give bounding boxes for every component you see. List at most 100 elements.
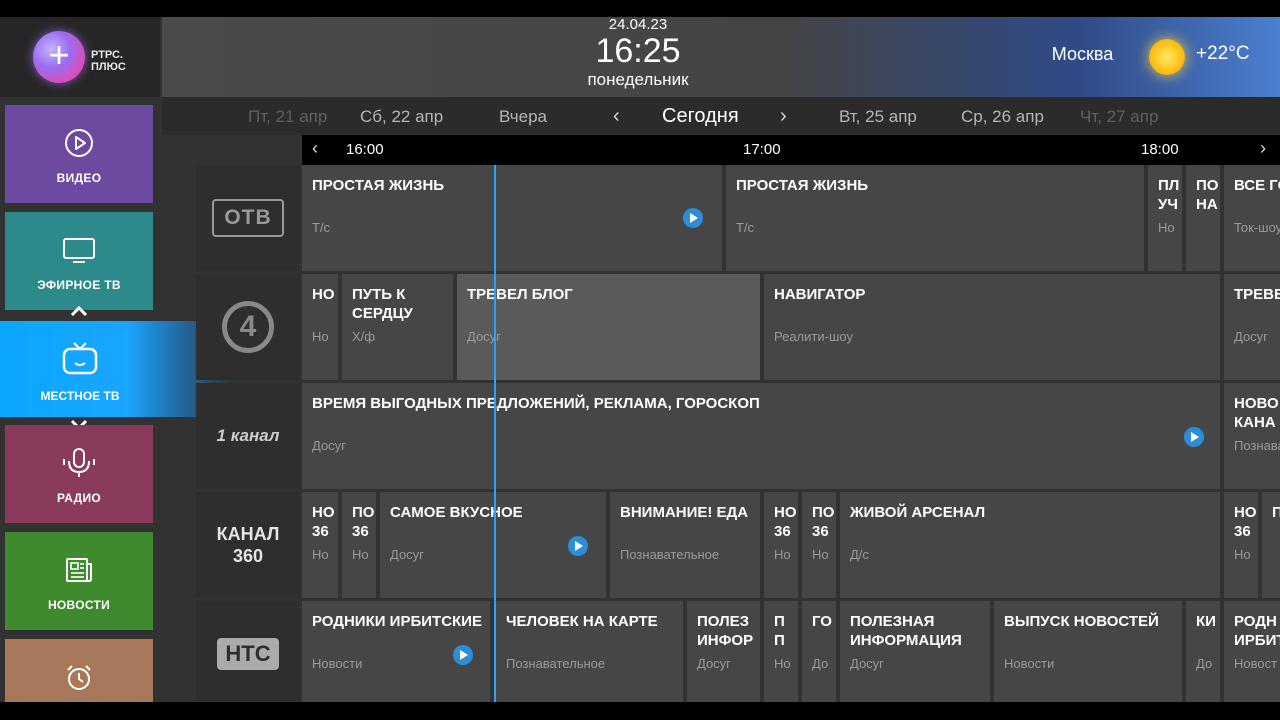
program-cell[interactable]: ВРЕМЯ ВЫГОДНЫХ ПРЕДЛОЖЕНИЙ, РЕКЛАМА, ГОР… [302, 383, 1220, 489]
weather-city: Москва [1051, 44, 1114, 64]
channel-logo-otv[interactable]: ОТВ [196, 165, 300, 271]
day-tue-25[interactable]: Вт, 25 апр [839, 107, 917, 127]
newspaper-icon [5, 554, 153, 586]
program-cell[interactable]: ВСЕ ГО Ток-шоу [1224, 165, 1280, 271]
program-cell[interactable]: НО Но [302, 274, 338, 380]
program-cell[interactable]: РОДН ИРБИТ Новост [1224, 601, 1280, 702]
program-cell[interactable]: ПОЛЕЗНАЯ ИНФОРМАЦИЯ Досуг [840, 601, 990, 702]
program-title: П П [774, 613, 785, 649]
sidebar-item-label: МЕСТНОЕ ТВ [40, 389, 120, 403]
microphone-icon [5, 447, 153, 479]
play-icon[interactable] [568, 536, 588, 556]
day-sat-22[interactable]: Сб, 22 апр [360, 107, 443, 127]
sidebar-item-video[interactable]: ВИДЕО [5, 105, 153, 203]
program-cell[interactable]: ЖИВОЙ АРСЕНАЛ Д/с [840, 492, 1220, 598]
program-genre: Т/с [312, 220, 331, 235]
program-cell[interactable]: П [1262, 492, 1280, 598]
sidebar-item-news[interactable]: НОВОСТИ [5, 532, 153, 630]
program-cell[interactable]: ПУТЬ К СЕРДЦУ Х/ф [342, 274, 453, 380]
play-icon[interactable] [683, 208, 703, 228]
program-cell[interactable]: ВЫПУСК НОВОСТЕЙ Новости [994, 601, 1182, 702]
alarm-clock-icon [5, 663, 153, 695]
channel-logo-360[interactable]: КАНАЛ 360 [196, 492, 300, 598]
program-genre: До [812, 656, 829, 671]
program-genre: Познавательное [506, 656, 606, 671]
channel-name: 1 канал [216, 426, 280, 445]
channel-logo-nts[interactable]: НТС [196, 601, 300, 702]
play-icon[interactable] [453, 645, 473, 665]
time-label-1700: 17:00 [743, 141, 781, 158]
program-title: НО 36 [312, 504, 335, 540]
timeline-next-arrow-icon[interactable]: › [1260, 138, 1266, 159]
program-title: П [1272, 504, 1280, 521]
program-cell[interactable]: ТРЕВЕ Досуг [1224, 274, 1280, 380]
sidebar-item-alarm[interactable] [5, 639, 153, 702]
day-wed-26[interactable]: Ср, 26 апр [961, 107, 1044, 127]
program-genre: Но [774, 656, 791, 671]
program-title: ВСЕ ГО [1234, 177, 1280, 194]
brand-logo[interactable]: + РТРС. ПЛЮС [0, 17, 160, 97]
program-cell[interactable]: ПРОСТАЯ ЖИЗНЬ Т/с [726, 165, 1144, 271]
play-icon[interactable] [1184, 427, 1204, 447]
channel-name: 4 [222, 301, 274, 353]
program-genre: Но [1158, 220, 1175, 235]
program-cell[interactable]: САМОЕ ВКУСНОЕ Досуг [380, 492, 606, 598]
day-thu-27[interactable]: Чт, 27 апр [1080, 107, 1158, 127]
next-day-arrow-icon[interactable]: › [780, 105, 787, 128]
program-cell[interactable]: ПО 36 Но [802, 492, 836, 598]
app-root: + РТРС. ПЛЮС 24.04.23 16:25 понедельник … [0, 0, 1280, 720]
program-cell[interactable]: КИ До [1186, 601, 1220, 702]
program-cell[interactable]: ЧЕЛОВЕК НА КАРТЕ Познавательное [496, 601, 683, 702]
logo-text: РТРС. ПЛЮС [91, 49, 126, 73]
channel-logo-4[interactable]: 4 [196, 274, 300, 380]
day-fri-21[interactable]: Пт, 21 апр [248, 107, 327, 127]
program-title: НО 36 [1234, 504, 1257, 540]
play-circle-icon [5, 127, 153, 159]
program-cell[interactable]: НО 36 Но [302, 492, 338, 598]
program-cell[interactable]: НОВО КАНА Познава [1224, 383, 1280, 489]
program-cell[interactable]: НАВИГАТОР Реалити-шоу [764, 274, 1220, 380]
program-title: ПО 36 [352, 504, 375, 540]
program-title: ПО НА [1196, 177, 1219, 213]
program-genre: Т/с [736, 220, 755, 235]
date-navigation: Пт, 21 апр Сб, 22 апр Вчера ‹ Сегодня › … [162, 97, 1280, 135]
program-cell[interactable]: ПРОСТАЯ ЖИЗНЬ Т/с [302, 165, 722, 271]
prev-day-arrow-icon[interactable]: ‹ [613, 105, 620, 128]
program-genre: Но [312, 329, 329, 344]
program-cell[interactable]: ПЛ УЧ Но [1148, 165, 1182, 271]
logo-circle-icon: + [33, 31, 85, 83]
program-cell[interactable]: РОДНИКИ ИРБИТСКИЕ Новости [302, 601, 490, 702]
program-cell[interactable]: ПО НА [1186, 165, 1220, 271]
program-title: КИ [1196, 613, 1216, 630]
program-cell[interactable]: ТРЕВЕЛ БЛОГ Досуг [457, 274, 760, 380]
timeline-prev-arrow-icon[interactable]: ‹ [312, 138, 318, 159]
program-genre: Познава [1234, 438, 1280, 453]
program-cell[interactable]: ПОЛЕЗ ИНФОР Досуг [687, 601, 760, 702]
program-cell[interactable]: НО 36 Но [1224, 492, 1258, 598]
program-cell[interactable]: ВНИМАНИЕ! ЕДА Познавательное [610, 492, 760, 598]
program-cell[interactable]: П П Но [764, 601, 798, 702]
program-title: НАВИГАТОР [774, 286, 866, 303]
program-genre: Реалити-шоу [774, 329, 853, 344]
program-cell[interactable]: ГО До [802, 601, 836, 702]
day-today[interactable]: Сегодня [662, 105, 739, 128]
program-title: ПО 36 [812, 504, 835, 540]
program-genre: Но [352, 547, 369, 562]
program-genre: Но [312, 547, 329, 562]
program-cell[interactable]: НО 36 Но [764, 492, 798, 598]
sidebar-item-radio[interactable]: РАДИО [5, 425, 153, 523]
channel-logo-1-kanal[interactable]: 1 канал [196, 383, 300, 489]
program-cell[interactable]: ПО 36 Но [342, 492, 376, 598]
sidebar-item-label: НОВОСТИ [47, 598, 111, 612]
program-genre: Но [1234, 547, 1251, 562]
sidebar-item-broadcast-tv[interactable]: ЭФИРНОЕ ТВ [5, 212, 153, 310]
timeline-bar: ‹ 16:00 17:00 18:00 › [302, 135, 1280, 165]
program-genre: До [1196, 656, 1213, 671]
tv-icon [5, 234, 153, 266]
sun-icon [1149, 39, 1185, 75]
chevron-up-icon[interactable] [66, 305, 92, 319]
program-genre: Но [812, 547, 829, 562]
program-genre: Но [774, 547, 791, 562]
logo-text-line1: РТРС. [91, 49, 123, 61]
day-yesterday[interactable]: Вчера [499, 107, 547, 127]
